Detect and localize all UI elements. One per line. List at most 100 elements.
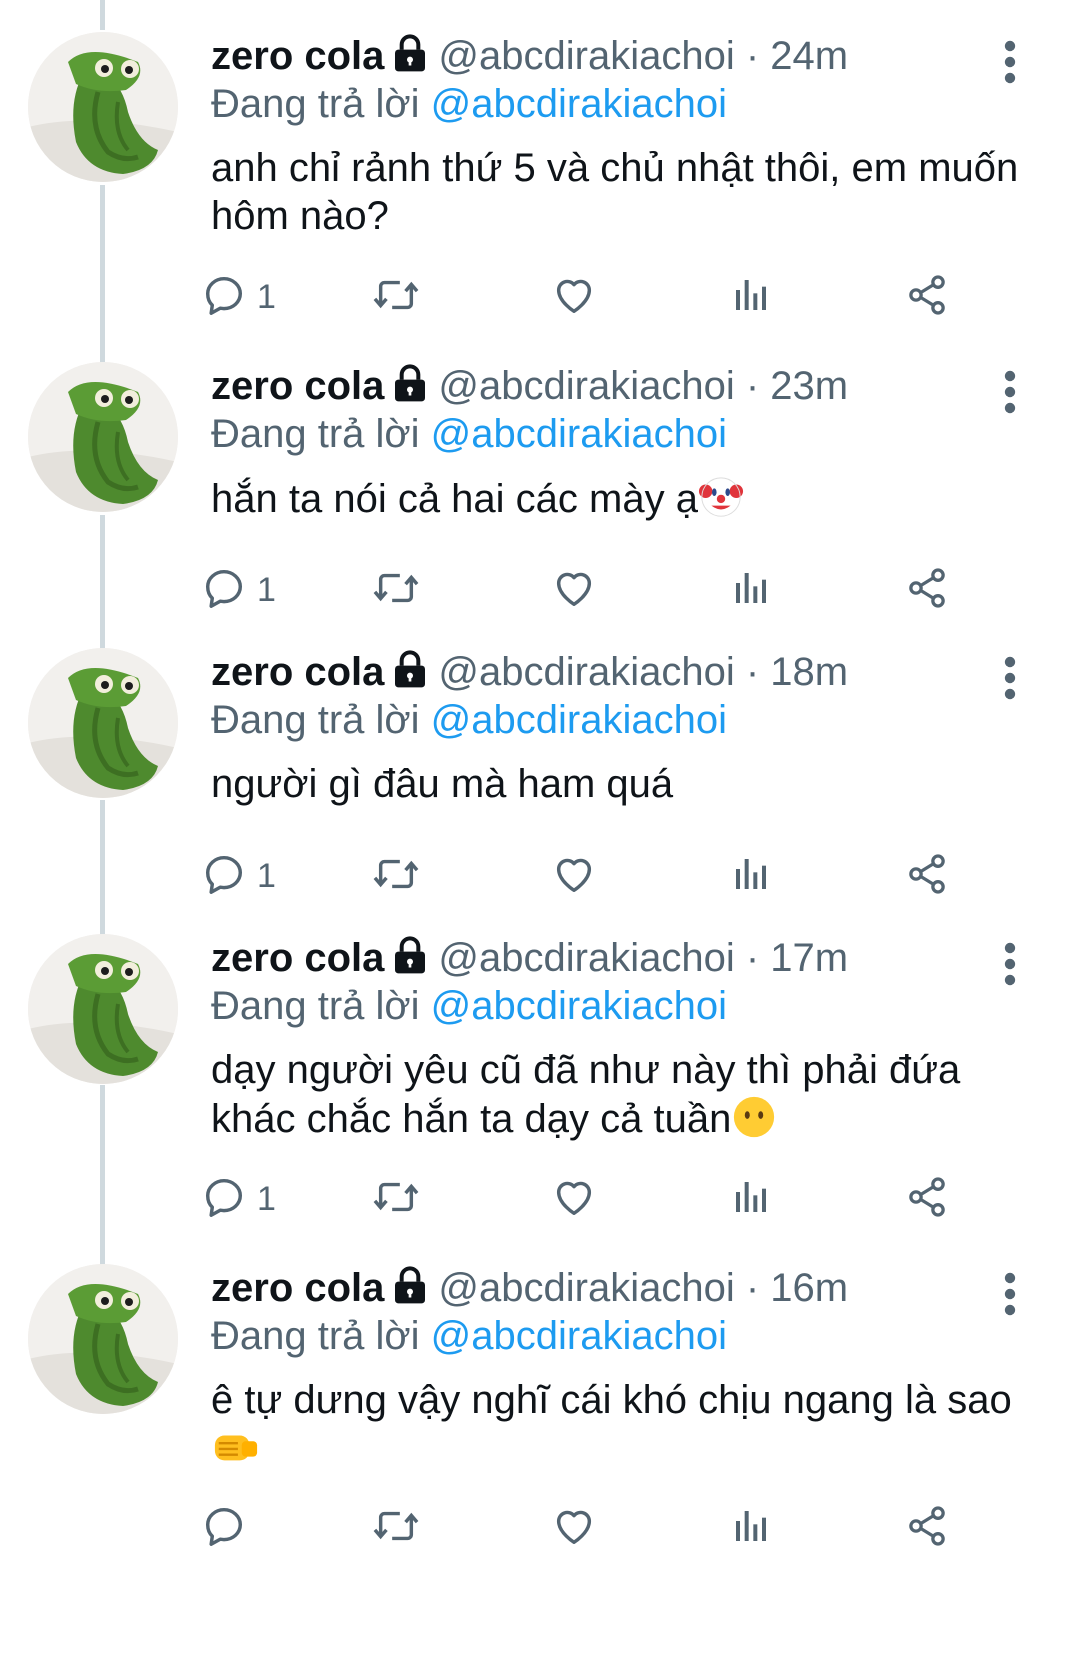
tweet-time[interactable]: 23m — [770, 364, 848, 408]
like-icon — [551, 272, 597, 323]
left-facing-fist-emoji — [211, 1424, 261, 1481]
reply-count: 1 — [257, 1179, 276, 1218]
reply-button[interactable]: 1 — [201, 562, 276, 618]
replying-prefix: Đang trả lời — [211, 1314, 420, 1358]
tweet-time[interactable]: 18m — [770, 650, 848, 694]
like-button[interactable] — [551, 848, 597, 904]
replying-to: Đang trả lời @abcdirakiachoi — [211, 1312, 1040, 1360]
more-icon[interactable] — [980, 362, 1040, 422]
retweet-button[interactable] — [371, 562, 421, 618]
like-button[interactable] — [551, 1500, 597, 1556]
avatar[interactable] — [28, 32, 178, 182]
lock-icon — [390, 363, 430, 414]
share-button[interactable] — [905, 848, 949, 904]
tweet-text: dạy người yêu cũ đã như này thì phải đứa… — [211, 1046, 1040, 1151]
tweet-time[interactable]: 17m — [770, 936, 848, 980]
tweet[interactable]: zero cola @abcdirakiachoi · 18m Đang trả l… — [0, 648, 1080, 928]
share-icon — [905, 852, 949, 901]
analytics-icon — [731, 568, 771, 613]
analytics-button[interactable] — [731, 562, 771, 618]
reply-button[interactable]: 1 — [201, 269, 276, 325]
display-name[interactable]: zero cola — [211, 34, 384, 78]
share-button[interactable] — [905, 1171, 949, 1227]
replying-mention[interactable]: @abcdirakiachoi — [431, 82, 727, 126]
tweet-time[interactable]: 24m — [770, 34, 848, 78]
tweet-header: zero cola @abcdirakiachoi · 24m — [211, 32, 1040, 80]
like-button[interactable] — [551, 269, 597, 325]
display-name[interactable]: zero cola — [211, 936, 384, 980]
retweet-button[interactable] — [371, 269, 421, 325]
user-handle[interactable]: @abcdirakiachoi — [438, 650, 734, 694]
clown-face-emoji — [698, 474, 744, 531]
replying-mention[interactable]: @abcdirakiachoi — [431, 984, 727, 1028]
tweet[interactable]: zero cola @abcdirakiachoi · 16m Đang trả l… — [0, 1264, 1080, 1664]
share-button[interactable] — [905, 1500, 949, 1556]
retweet-icon — [371, 565, 421, 616]
user-handle[interactable]: @abcdirakiachoi — [438, 936, 734, 980]
replying-prefix: Đang trả lời — [211, 698, 420, 742]
tweet-text-content: hắn ta nói cả hai các mày ạ — [211, 477, 698, 521]
tweet[interactable]: zero cola @abcdirakiachoi · 23m Đang trả l… — [0, 362, 1080, 642]
more-icon[interactable] — [980, 934, 1040, 994]
replying-mention[interactable]: @abcdirakiachoi — [431, 1314, 727, 1358]
display-name[interactable]: zero cola — [211, 364, 384, 408]
analytics-button[interactable] — [731, 269, 771, 325]
replying-to: Đang trả lời @abcdirakiachoi — [211, 80, 1040, 128]
tweet[interactable]: zero cola @abcdirakiachoi · 17m Đang trả l… — [0, 934, 1080, 1254]
share-button[interactable] — [905, 269, 949, 325]
tweet[interactable]: zero cola @abcdirakiachoi · 24m Đang trả l… — [0, 32, 1080, 352]
lock-icon — [390, 33, 430, 84]
reply-count: 1 — [257, 277, 276, 316]
more-icon[interactable] — [980, 32, 1040, 92]
share-button[interactable] — [905, 562, 949, 618]
reply-icon — [201, 1174, 247, 1225]
more-icon[interactable] — [980, 648, 1040, 708]
like-button[interactable] — [551, 1171, 597, 1227]
avatar[interactable] — [28, 934, 178, 1084]
lock-icon — [390, 935, 430, 986]
display-name[interactable]: zero cola — [211, 1266, 384, 1310]
like-icon — [551, 851, 597, 902]
replying-to: Đang trả lời @abcdirakiachoi — [211, 982, 1040, 1030]
reply-button[interactable] — [201, 1500, 257, 1556]
user-handle[interactable]: @abcdirakiachoi — [438, 1266, 734, 1310]
replying-to: Đang trả lời @abcdirakiachoi — [211, 410, 1040, 458]
thread-line — [100, 0, 105, 30]
reply-icon — [201, 851, 247, 902]
analytics-button[interactable] — [731, 848, 771, 904]
avatar[interactable] — [28, 362, 178, 512]
separator-dot: · — [745, 650, 760, 694]
separator-dot: · — [745, 936, 760, 980]
replying-mention[interactable]: @abcdirakiachoi — [431, 412, 727, 456]
tweet-actions: 1 — [205, 269, 1040, 325]
reply-count: 1 — [257, 570, 276, 609]
reply-button[interactable]: 1 — [201, 848, 276, 904]
more-icon[interactable] — [980, 1264, 1040, 1324]
separator-dot: · — [745, 1266, 760, 1310]
avatar[interactable] — [28, 1264, 178, 1414]
tweet-text-content: dạy người yêu cũ đã như này thì phải đứa… — [211, 1048, 961, 1141]
avatar[interactable] — [28, 648, 178, 798]
reply-button[interactable]: 1 — [201, 1171, 276, 1227]
replying-to: Đang trả lời @abcdirakiachoi — [211, 696, 1040, 744]
like-icon — [551, 1174, 597, 1225]
retweet-button[interactable] — [371, 848, 421, 904]
like-button[interactable] — [551, 562, 597, 618]
retweet-button[interactable] — [371, 1500, 421, 1556]
retweet-button[interactable] — [371, 1171, 421, 1227]
tweet-text-content: ê tự dưng vậy nghĩ cái khó chịu ngang là… — [211, 1378, 1012, 1422]
tweet-text: người gì đâu mà ham quá — [211, 760, 1040, 808]
tweet-header: zero cola @abcdirakiachoi · 16m — [211, 1264, 1040, 1312]
tweet-actions: 1 — [205, 1171, 1040, 1227]
tweet-actions: 1 — [205, 562, 1040, 618]
user-handle[interactable]: @abcdirakiachoi — [438, 34, 734, 78]
tweet-text: ê tự dưng vậy nghĩ cái khó chịu ngang là… — [211, 1376, 1040, 1481]
reply-count: 1 — [257, 856, 276, 895]
retweet-icon — [371, 272, 421, 323]
display-name[interactable]: zero cola — [211, 650, 384, 694]
tweet-time[interactable]: 16m — [770, 1266, 848, 1310]
analytics-button[interactable] — [731, 1171, 771, 1227]
user-handle[interactable]: @abcdirakiachoi — [438, 364, 734, 408]
analytics-button[interactable] — [731, 1500, 771, 1556]
replying-mention[interactable]: @abcdirakiachoi — [431, 698, 727, 742]
